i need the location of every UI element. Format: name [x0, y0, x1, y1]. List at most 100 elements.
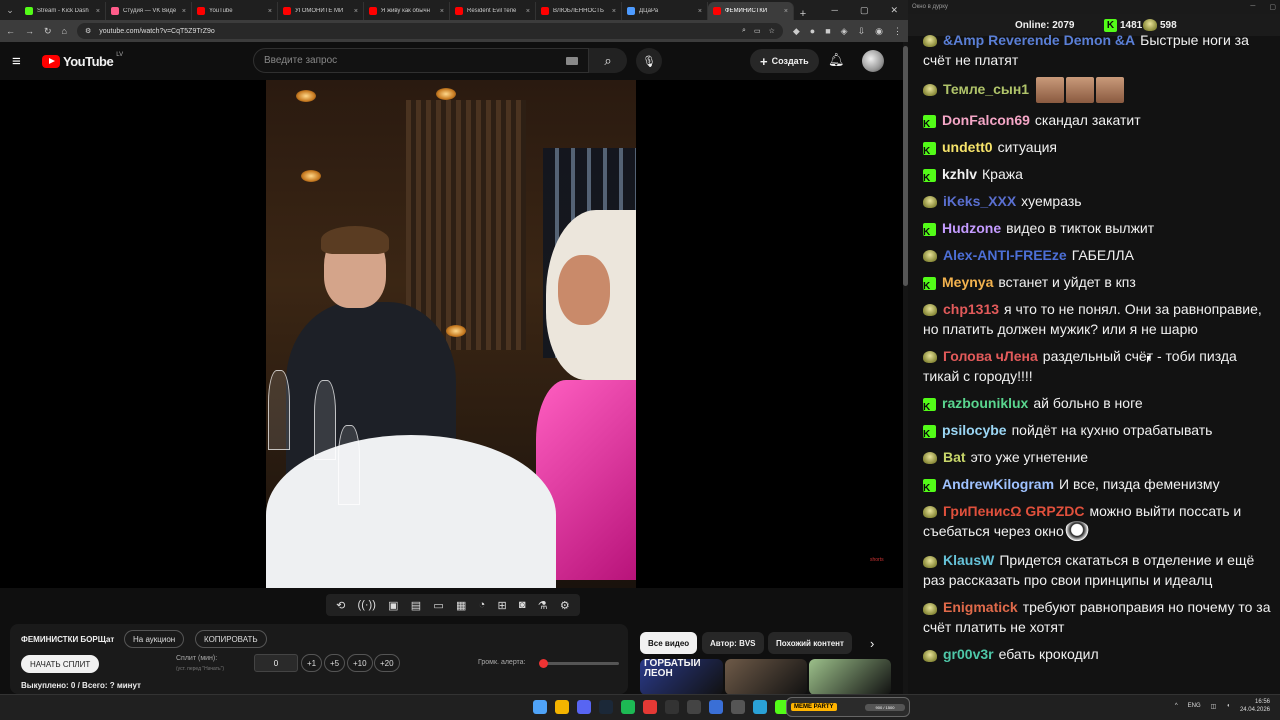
network-icon[interactable]: ◫	[1211, 703, 1217, 710]
camera-icon[interactable]: ◙	[519, 599, 526, 611]
steam-icon[interactable]	[599, 700, 613, 714]
chat-username[interactable]: psilocybe	[942, 422, 1007, 438]
tab-close-icon[interactable]: ×	[698, 8, 702, 15]
chrome-icon[interactable]	[555, 700, 569, 714]
discord-icon[interactable]	[577, 700, 591, 714]
menu-icon[interactable]: ⋮	[893, 26, 902, 37]
chat-username[interactable]: Meynya	[942, 274, 993, 290]
chat-username[interactable]: razbouniklux	[942, 395, 1028, 411]
screenshot-icon[interactable]: ▣	[388, 599, 398, 612]
chat-username[interactable]: iKeks_XXX	[943, 193, 1016, 209]
browser-tab[interactable]: Resident Evil тепе ×	[450, 2, 536, 20]
new-tab-button[interactable]: +	[794, 8, 812, 20]
language-indicator[interactable]: ENG	[1188, 703, 1201, 709]
voice-search-button[interactable]: 🎙	[636, 48, 662, 74]
chevron-right-icon[interactable]: ›	[870, 636, 874, 651]
browser-tab[interactable]: УГОМОНИТЕ МИ ×	[278, 2, 364, 20]
chat-username[interactable]: Alex-ANTI-FREEze	[943, 247, 1067, 263]
tab-close-icon[interactable]: ×	[612, 8, 616, 15]
extension-icon[interactable]: ◆	[793, 26, 800, 37]
extension-icon[interactable]: ◈	[841, 26, 848, 37]
settings-gear-icon[interactable]: ⚙	[560, 599, 570, 612]
back-icon[interactable]: ←	[6, 26, 15, 36]
minimize-icon[interactable]: ─	[1250, 3, 1255, 11]
tab-close-icon[interactable]: ×	[784, 8, 788, 15]
chat-username[interactable]: Hudzone	[942, 220, 1001, 236]
tab-close-icon[interactable]: ×	[96, 8, 100, 15]
start-split-button[interactable]: НАЧАТЬ СПЛИТ	[21, 655, 100, 673]
minimize-icon[interactable]: ─	[832, 5, 838, 15]
tab-close-icon[interactable]: ×	[268, 8, 272, 15]
clapper-icon[interactable]: ▤	[411, 599, 421, 612]
chat-username[interactable]: Enigmatick	[943, 599, 1018, 615]
browser-tab[interactable]: ВЛЮБЛЕННОСТЬ ×	[536, 2, 622, 20]
copy-button[interactable]: КОПИРОВАТЬ	[195, 630, 267, 648]
chat-username[interactable]: chp1313	[943, 301, 999, 317]
chat-username[interactable]: AndrewKilogram	[942, 476, 1054, 492]
browser-tab[interactable]: ФЕМИНИСТКИ ×	[708, 2, 794, 20]
spotify-icon[interactable]	[621, 700, 635, 714]
site-info-icon[interactable]: ⚙	[85, 27, 91, 35]
chip-author[interactable]: Автор: BVS	[702, 632, 764, 654]
chat-username[interactable]: undett0	[942, 139, 993, 155]
tab-close-icon[interactable]: ×	[182, 8, 186, 15]
meme-party-widget[interactable]: MEME PARTY 900 / 1500	[786, 697, 910, 717]
tab-close-icon[interactable]: ×	[440, 8, 444, 15]
browser-tab[interactable]: Я живу как обычн ×	[364, 2, 450, 20]
app-icon[interactable]	[731, 700, 745, 714]
audio-icon[interactable]: ((·))	[358, 599, 376, 611]
hamburger-menu-icon[interactable]: ≡	[12, 53, 34, 70]
extension-icon[interactable]: ●	[810, 26, 815, 37]
browser-tab[interactable]: Студия — VK Виде ×	[106, 2, 192, 20]
search-button[interactable]: ⌕	[589, 48, 627, 73]
chip-all-videos[interactable]: Все видео	[640, 632, 698, 654]
chat-username[interactable]: kzhlv	[942, 166, 977, 182]
media-player-icon[interactable]	[709, 700, 723, 714]
forward-icon[interactable]: →	[25, 26, 34, 36]
extension-icon[interactable]: ■	[825, 26, 830, 37]
chip-related[interactable]: Похожий контент	[768, 632, 852, 654]
tab-search-icon[interactable]: ⌄	[0, 0, 20, 20]
browser-tab[interactable]: Stream - Kick Dash ×	[20, 2, 106, 20]
app-icon[interactable]	[643, 700, 657, 714]
volume-icon[interactable]: ◖	[1226, 703, 1230, 709]
cast-icon[interactable]: ▭	[754, 27, 761, 35]
tray-chevron-icon[interactable]: ^	[1175, 703, 1178, 709]
chat-username[interactable]: Темле_сын1	[943, 81, 1029, 97]
avatar[interactable]	[862, 50, 884, 72]
chat-username[interactable]: KlausW	[943, 552, 994, 568]
home-icon[interactable]: ⌂	[62, 26, 67, 36]
add-box-icon[interactable]: ⊞	[497, 599, 506, 612]
picture-in-picture-icon[interactable]: ▭	[433, 599, 443, 612]
url-field[interactable]: ⚙ youtube.com/watch?v=CqT5Z9TrZ9o ⌕ ▭ ☆	[76, 23, 783, 39]
chat-username[interactable]: Bat	[943, 449, 966, 465]
start-icon[interactable]	[533, 700, 547, 714]
loop-icon[interactable]: ⟲	[336, 599, 345, 612]
recommendation-thumbnail[interactable]	[809, 659, 891, 695]
profile-icon[interactable]: ◉	[875, 26, 883, 37]
create-button[interactable]: + Создать	[750, 49, 819, 73]
keyboard-icon[interactable]	[566, 56, 578, 65]
downloads-icon[interactable]: ⇩	[858, 26, 866, 37]
search-input[interactable]: Введите запрос	[253, 48, 589, 73]
video-player[interactable]: shorts	[0, 80, 904, 588]
bookmark-star-icon[interactable]: ☆	[769, 27, 775, 35]
telegram-icon[interactable]	[753, 700, 767, 714]
app-icon[interactable]	[687, 700, 701, 714]
obs-icon[interactable]	[665, 700, 679, 714]
maximize-icon[interactable]: ▢	[860, 5, 869, 16]
recommendation-thumbnail[interactable]	[725, 659, 807, 695]
volume-knob[interactable]	[539, 659, 549, 668]
browser-tab[interactable]: YouTube ×	[192, 2, 278, 20]
notifications-bell-icon[interactable]: 🔔︎	[828, 52, 845, 68]
youtube-logo[interactable]: YouTube LV	[42, 52, 123, 69]
clock[interactable]: 16:56 24.04.2026	[1240, 698, 1270, 714]
chat-username[interactable]: DonFalcon69	[942, 112, 1030, 128]
browser-tab[interactable]: ДЦаРа ×	[622, 2, 708, 20]
maximize-icon[interactable]: ▢	[1269, 3, 1276, 11]
reload-icon[interactable]: ↻	[44, 26, 52, 37]
theater-icon[interactable]: ▦	[456, 599, 466, 612]
chat-username[interactable]: gr00v3r	[943, 646, 994, 662]
chat-username[interactable]: Голова чЛена	[943, 348, 1038, 364]
tab-close-icon[interactable]: ×	[526, 8, 530, 15]
